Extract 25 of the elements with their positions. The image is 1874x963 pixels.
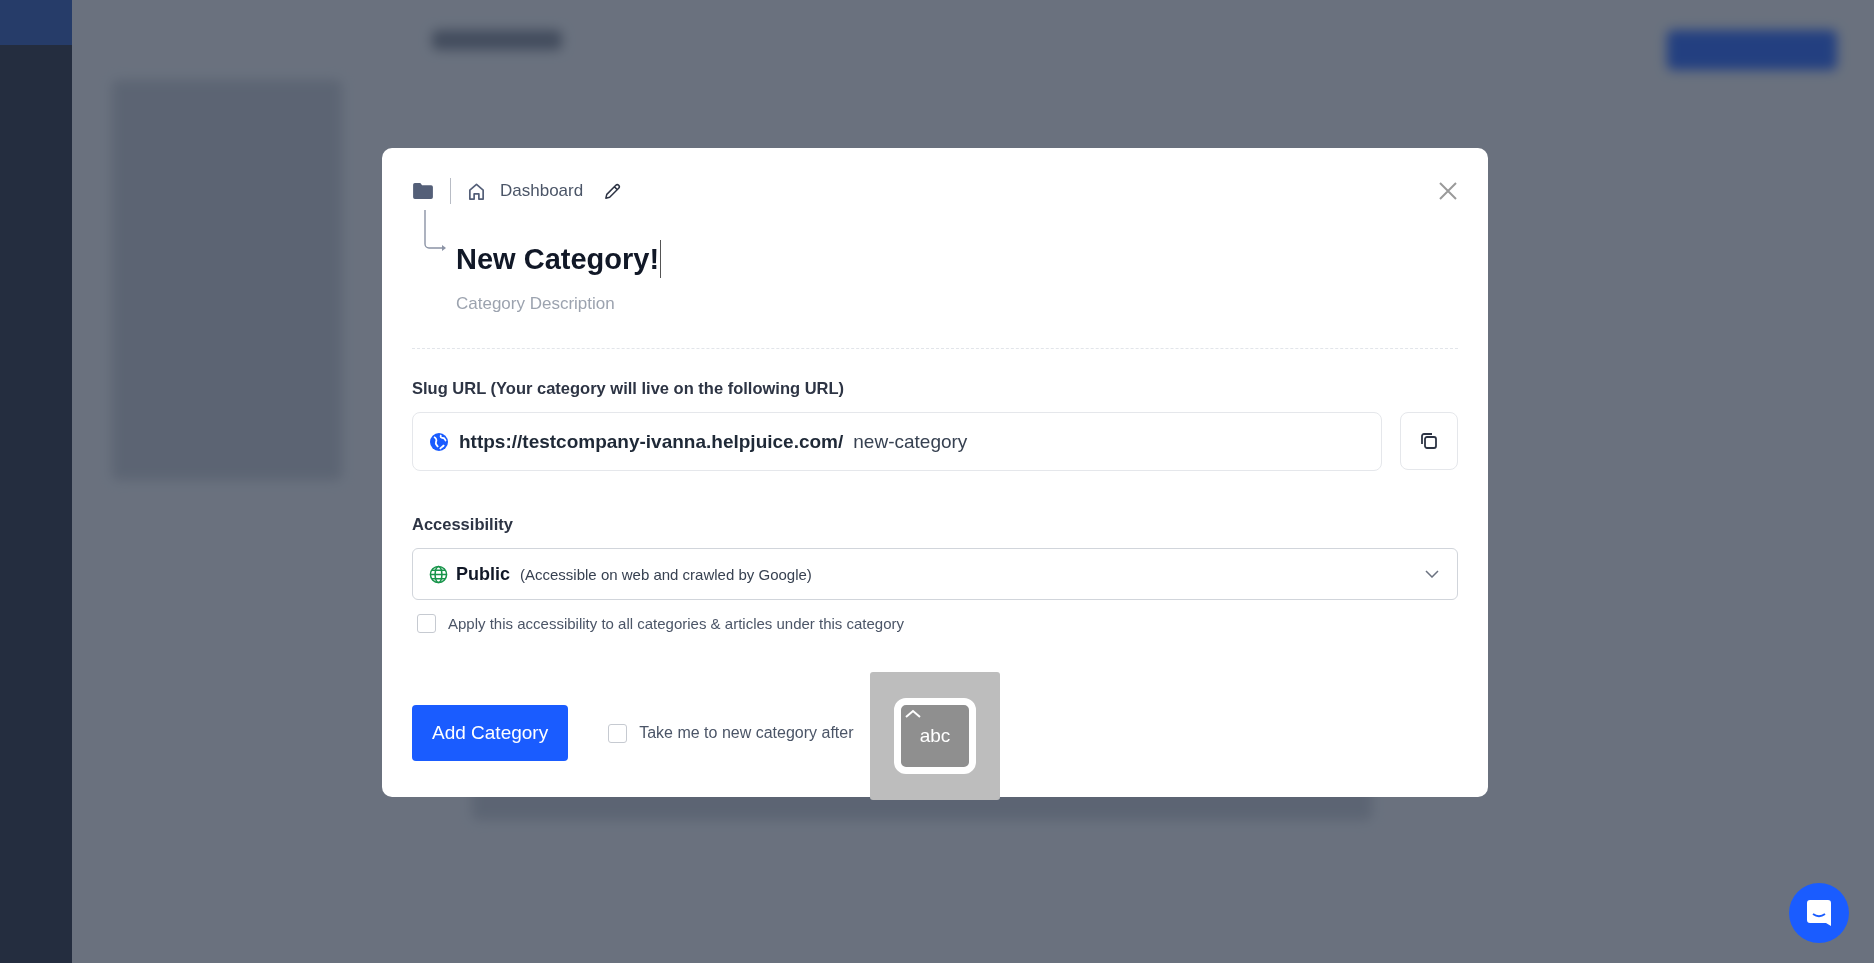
base-url: https://testcompany-ivanna.helpjuice.com/ [459, 430, 844, 453]
checkbox[interactable] [608, 723, 628, 743]
globe-icon [429, 564, 448, 584]
copy-button[interactable] [1400, 412, 1458, 470]
checkbox-label: Apply this accessibility to all categories & articles under this category [448, 615, 905, 632]
breadcrumb-link[interactable]: Dashboard [500, 181, 584, 201]
chevron-down-icon [1425, 570, 1439, 578]
accessibility-label: Accessibility [412, 515, 514, 534]
accessibility-dropdown[interactable]: Public (Accessible on web and crawled by Google) [412, 548, 1458, 600]
copy-icon [1419, 431, 1439, 451]
pencil-icon[interactable] [603, 181, 623, 201]
add-category-button[interactable]: Add Category [412, 705, 569, 761]
home-icon [467, 181, 486, 201]
category-title-field[interactable]: New Category! [456, 240, 662, 278]
chat-icon [1806, 899, 1832, 927]
close-icon[interactable] [1438, 181, 1458, 201]
branch-arrow-icon [422, 210, 448, 254]
caret-icon [905, 709, 921, 718]
input-mode-label: abc [919, 726, 951, 746]
slug-url-field[interactable]: https://testcompany-ivanna.helpjuice.com/ new-category [412, 412, 1382, 471]
folder-icon [412, 182, 434, 200]
globe-icon [429, 431, 449, 452]
checkbox-label: Take me to new category after [639, 724, 854, 742]
slug-url-label: Slug URL (Your category will live on the following URL) [412, 379, 846, 398]
checkbox[interactable] [417, 614, 436, 633]
